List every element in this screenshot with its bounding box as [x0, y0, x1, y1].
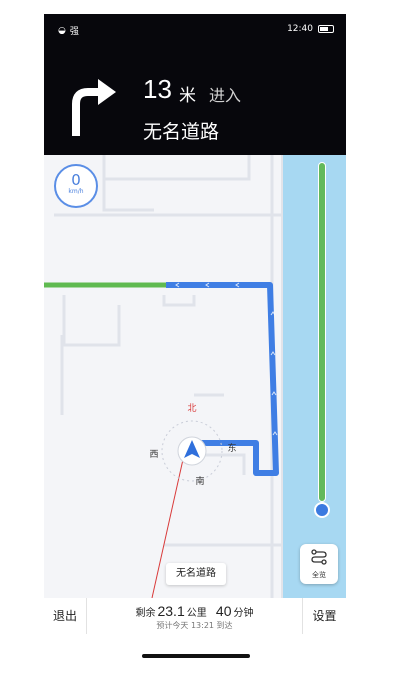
- eta-text: 预计今天 13:21 到达: [156, 621, 233, 630]
- progress-position-icon: [314, 502, 330, 518]
- distance-unit: 米: [179, 86, 196, 106]
- compass-north: 北: [187, 403, 196, 414]
- status-right: 12:40: [287, 24, 334, 34]
- remaining-distance: 23.1: [157, 603, 185, 619]
- river: [282, 155, 346, 598]
- trip-summary: 剩余 23.1 公里 40 分钟: [87, 603, 302, 619]
- status-left: ◒ 强: [58, 24, 79, 38]
- compass-east: 东: [227, 442, 236, 454]
- navigation-screen: 北 西 东 南 ◒ 强 12:40 13 米 进入 无名道路 0 km/h 全览…: [44, 14, 346, 634]
- trip-bar: 退出 剩余 23.1 公里 40 分钟 预计今天 13:21 到达 设置: [44, 598, 346, 634]
- remaining-label: 剩余: [135, 608, 156, 619]
- signal-label: 强: [69, 27, 79, 37]
- map-view[interactable]: 北 西 东 南: [44, 155, 346, 599]
- route-overview-icon: [311, 549, 327, 565]
- current-road-label: 无名道路: [166, 563, 226, 585]
- compass-west: 西: [149, 449, 158, 460]
- overview-label: 全览: [312, 571, 326, 579]
- map-canvas: 北 西 东 南: [44, 155, 346, 599]
- guidance-panel: ◒ 强 12:40 13 米 进入 无名道路: [44, 14, 346, 155]
- maneuver-action: 进入: [209, 86, 242, 105]
- remaining-time: 40: [215, 603, 232, 619]
- route-progress-bar: [318, 162, 326, 502]
- signal-icon: ◒: [58, 25, 66, 36]
- compass-south: 南: [195, 475, 204, 487]
- speed-value: 0: [71, 171, 81, 189]
- next-road-name: 无名道路: [143, 121, 220, 143]
- speed-unit: km/h: [68, 188, 84, 195]
- battery-icon: [318, 25, 334, 33]
- exit-button[interactable]: 退出: [44, 598, 87, 634]
- distance-unit-label: 公里: [186, 608, 207, 619]
- clock: 12:40: [287, 24, 313, 34]
- settings-button[interactable]: 设置: [302, 598, 346, 634]
- turn-right-icon: [72, 79, 116, 136]
- speed-indicator: 0 km/h: [54, 164, 98, 208]
- home-indicator[interactable]: [142, 654, 250, 658]
- distance-value: 13: [143, 74, 172, 104]
- overview-button[interactable]: 全览: [300, 544, 338, 584]
- time-unit-label: 分钟: [233, 608, 254, 619]
